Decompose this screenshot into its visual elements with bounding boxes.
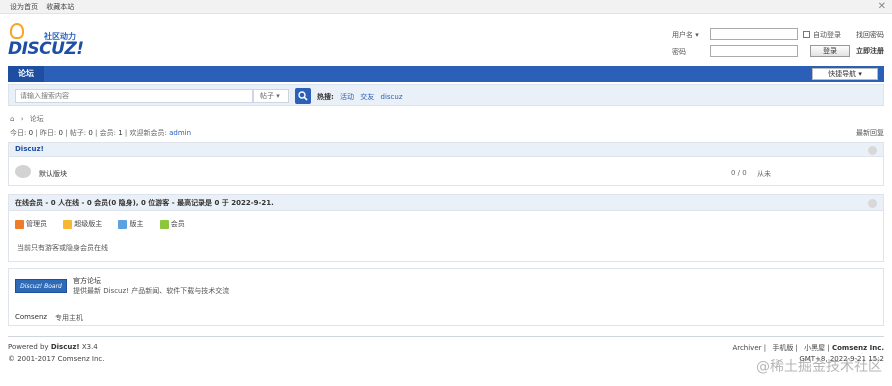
- official-forum-link[interactable]: 官方论坛: [73, 276, 101, 286]
- powered-prefix: Powered by: [8, 343, 49, 351]
- collapse-icon[interactable]: [868, 146, 877, 155]
- stats-today-label: 今日:: [10, 129, 27, 137]
- forum-stats: 今日: 0 | 昨日: 0 | 帖子: 0 | 会员: 1 | 欢迎新会员: a…: [10, 129, 192, 137]
- newest-member-link[interactable]: admin: [169, 129, 191, 137]
- group-legend: 管理员 超级版主 版主 会员: [15, 219, 199, 229]
- footer-links: Archiver | 手机版 | 小黑屋 | Comsenz Inc.: [732, 344, 884, 352]
- mobile-link[interactable]: 手机版: [772, 344, 793, 352]
- stats-posts: 0: [88, 129, 93, 137]
- super-moderator-icon: [63, 219, 73, 229]
- hot-item[interactable]: 交友: [360, 93, 374, 101]
- admin-icon: [15, 219, 24, 229]
- search-input[interactable]: [15, 89, 253, 103]
- legend-item: 会员: [159, 219, 185, 229]
- quick-nav-button[interactable]: 快捷导航 ▾: [812, 68, 878, 80]
- forum-counts: 0 / 0: [731, 169, 747, 177]
- search-icon: [298, 91, 308, 101]
- member-icon: [159, 219, 169, 229]
- official-forum-desc: 提供最新 Discuz! 产品新闻、软件下载与技术交流: [73, 287, 230, 295]
- legend-item: 超级版主: [63, 219, 102, 229]
- forum-icon[interactable]: [15, 165, 31, 178]
- stats-yesterday: 0: [58, 129, 63, 137]
- hosting-link[interactable]: 专用主机: [55, 313, 83, 323]
- login-button[interactable]: 登录: [810, 45, 850, 57]
- find-password-link[interactable]: 找回密码: [856, 30, 884, 40]
- hot-label: 热搜:: [317, 93, 334, 101]
- register-link[interactable]: 立即注册: [856, 46, 884, 56]
- hot-item[interactable]: discuz: [381, 93, 403, 101]
- top-links: 设为首页 收藏本站: [10, 2, 80, 12]
- comsenz-link[interactable]: Comsenz: [15, 313, 47, 321]
- legend-item: 版主: [118, 219, 143, 229]
- auto-login-checkbox[interactable]: [803, 31, 810, 38]
- blacklist-link[interactable]: 小黑屋: [804, 344, 825, 352]
- search-bar: 帖子 ▾ 热搜: 活动 交友 discuz: [8, 84, 884, 106]
- username-input[interactable]: [710, 28, 798, 40]
- company-link[interactable]: Comsenz Inc.: [832, 344, 884, 352]
- category-name[interactable]: Discuz!: [15, 145, 44, 153]
- copyright: © 2001-2017 Comsenz Inc.: [8, 355, 105, 363]
- online-header[interactable]: 在线会员 - 0 人在线 - 0 会员(0 隐身), 0 位游客 - 最高记录是…: [9, 195, 883, 211]
- powered-brand-link[interactable]: Discuz!: [51, 343, 80, 351]
- breadcrumb-separator: ›: [20, 115, 24, 123]
- discuz-banner[interactable]: Discuz! Board: [15, 279, 67, 293]
- footer-divider: [8, 336, 884, 337]
- bulb-icon: [10, 23, 24, 39]
- stats-members-label: 会员:: [99, 129, 116, 137]
- auto-login-label[interactable]: 自动登录: [813, 30, 841, 40]
- tab-forum[interactable]: 论坛: [8, 66, 44, 82]
- bookmark-link[interactable]: 收藏本站: [46, 3, 74, 11]
- category-header: Discuz!: [9, 143, 883, 157]
- stats-welcome-label: 欢迎新会员:: [129, 129, 167, 137]
- forum-name-link[interactable]: 默认版块: [39, 169, 67, 179]
- password-input[interactable]: [710, 45, 798, 57]
- stats-members: 1: [118, 129, 123, 137]
- forum-last-post: 从未: [757, 170, 771, 178]
- friend-links-box: Discuz! Board 官方论坛 提供最新 Discuz! 产品新闻、软件下…: [8, 268, 884, 326]
- username-label[interactable]: 用户名 ▾: [672, 30, 699, 40]
- breadcrumb-current[interactable]: 论坛: [30, 115, 44, 123]
- top-utility-bar: 设为首页 收藏本站 ✕: [0, 0, 892, 14]
- online-box: 在线会员 - 0 人在线 - 0 会员(0 隐身), 0 位游客 - 最高记录是…: [8, 194, 884, 262]
- category-box: Discuz! 默认版块 0 / 0 从未: [8, 142, 884, 186]
- archiver-link[interactable]: Archiver: [732, 344, 761, 352]
- login-form: 用户名 ▾ 自动登录 找回密码 密码 登录 立即注册: [672, 28, 888, 62]
- password-label: 密码: [672, 48, 686, 56]
- main-nav: 论坛 快捷导航 ▾: [8, 66, 884, 82]
- stats-today: 0: [28, 129, 34, 137]
- powered-by: Powered by Discuz! X3.4: [8, 343, 98, 351]
- home-icon[interactable]: ⌂: [10, 115, 14, 123]
- version-text: X3.4: [81, 343, 98, 351]
- hot-searches: 热搜: 活动 交友 discuz: [317, 92, 403, 102]
- stats-yesterday-label: 昨日:: [39, 129, 57, 137]
- latest-replies-link[interactable]: 最新回复: [856, 128, 884, 138]
- search-button[interactable]: [295, 88, 311, 104]
- legend-item: 管理员: [15, 219, 47, 229]
- moderator-icon: [118, 219, 128, 229]
- online-note: 当前只有游客或隐身会员在线: [17, 244, 108, 252]
- search-type-select[interactable]: 帖子 ▾: [253, 89, 289, 103]
- stats-posts-label: 帖子:: [69, 129, 87, 137]
- logo-brand: DISCUZ!: [8, 39, 84, 59]
- hot-item[interactable]: 活动: [340, 93, 354, 101]
- set-home-link[interactable]: 设为首页: [10, 3, 38, 11]
- collapse-icon[interactable]: [868, 199, 877, 208]
- breadcrumb: ⌂ › 论坛: [10, 114, 44, 124]
- close-icon[interactable]: ✕: [878, 1, 886, 12]
- site-logo[interactable]: 社区动力 DISCUZ!: [8, 22, 98, 62]
- watermark: @稀土掘金技术社区: [756, 359, 882, 375]
